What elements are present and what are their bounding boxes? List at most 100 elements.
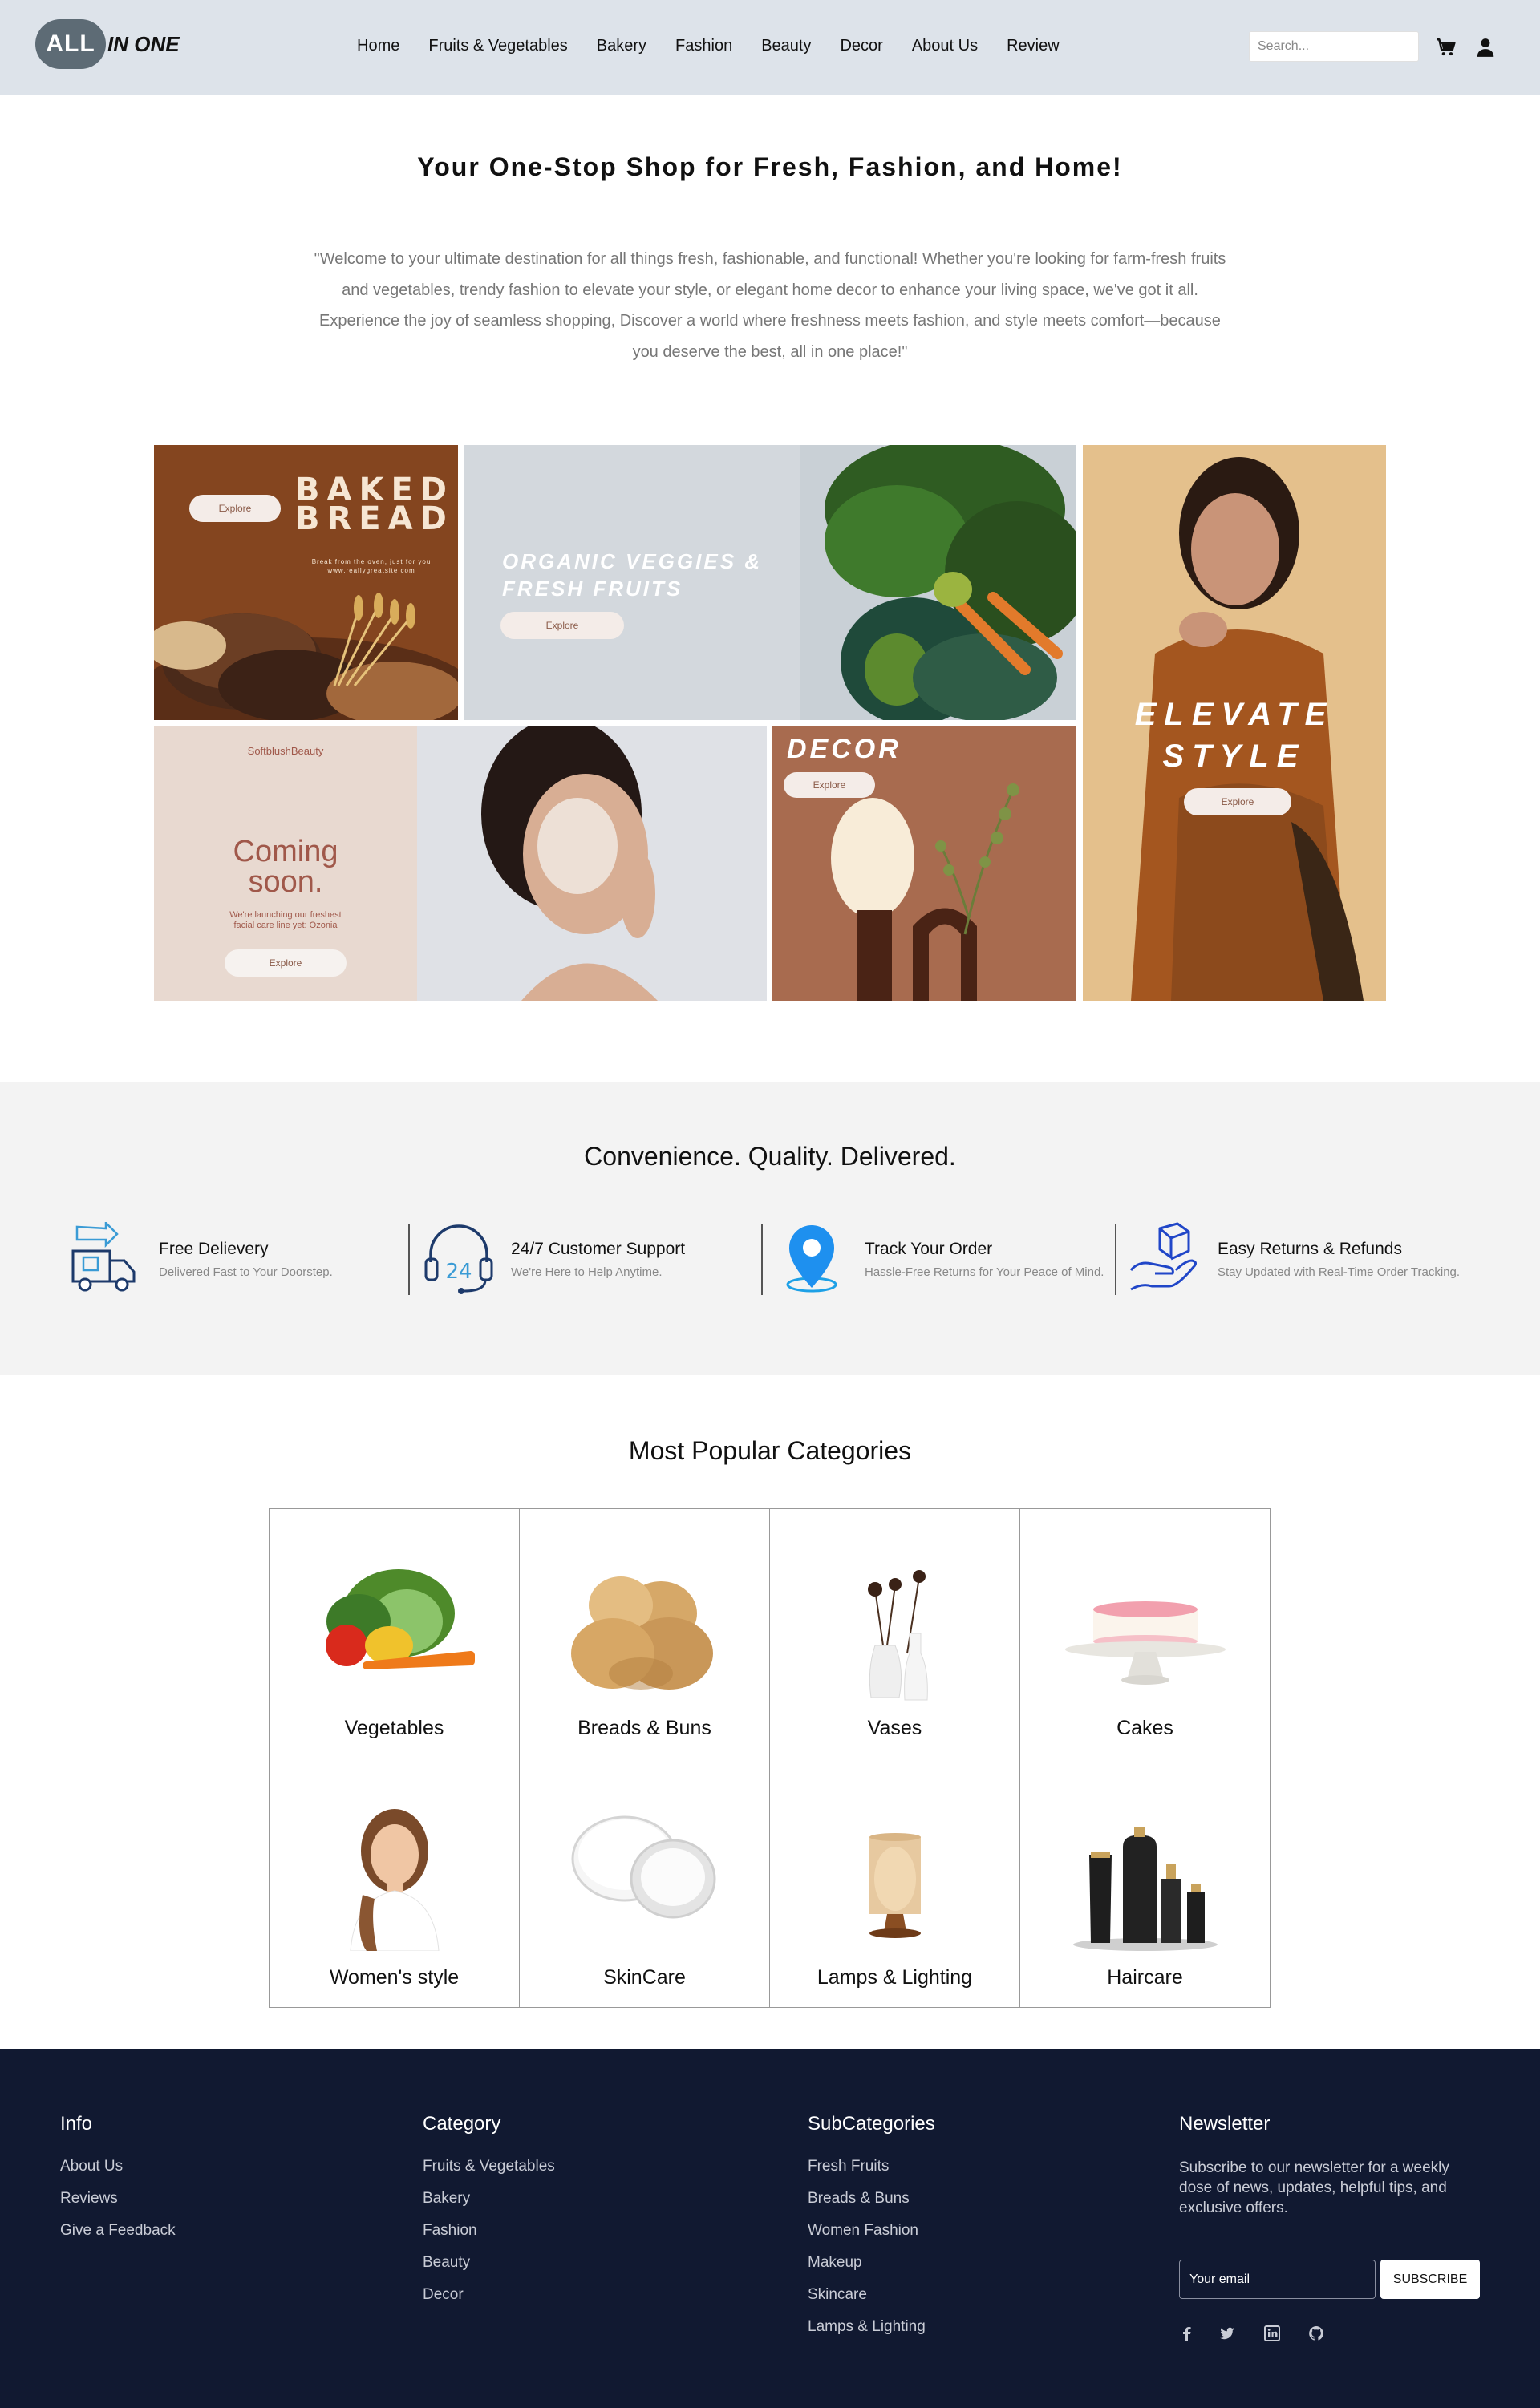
footer-link-decor[interactable]: Decor: [423, 2286, 555, 2304]
subscribe-button[interactable]: SUBSCRIBE: [1380, 2260, 1480, 2299]
feature-title: Track Your Order: [865, 1240, 993, 1258]
category-label: SkinCare: [603, 1966, 686, 1989]
footer-link-bakery[interactable]: Bakery: [423, 2190, 555, 2208]
feature-desc: Stay Updated with Real-Time Order Tracki…: [1218, 1265, 1461, 1279]
footer-link-feedback[interactable]: Give a Feedback: [60, 2222, 176, 2240]
footer-link-reviews[interactable]: Reviews: [60, 2190, 176, 2208]
delivery-truck-icon: [71, 1222, 136, 1292]
banner-baked-bread[interactable]: BAKED BREAD Break from the oven, just fo…: [154, 445, 458, 720]
footer-category: Category Fruits & Vegetables Bakery Fash…: [423, 2113, 555, 2318]
beauty-explore-button[interactable]: Explore: [225, 949, 346, 977]
feature-track-order: Track Your Order Hassle-Free Returns for…: [776, 1222, 1113, 1294]
footer-info: Info About Us Reviews Give a Feedback: [60, 2113, 176, 2254]
categories-grid: Vegetables Breads & Buns Vases Cakes Wom…: [269, 1508, 1271, 2008]
footer-link-fruits-vegetables[interactable]: Fruits & Vegetables: [423, 2158, 555, 2175]
category-breads-buns[interactable]: Breads & Buns: [520, 1509, 770, 1758]
feature-title: Easy Returns & Refunds: [1218, 1240, 1402, 1258]
category-label: Women's style: [329, 1966, 460, 1989]
footer-link-lamps-lighting[interactable]: Lamps & Lighting: [808, 2318, 935, 2336]
beauty-subtitle-line2: facial care line yet: Ozonia: [233, 921, 338, 930]
banner-elevate-style[interactable]: ELEVATE STYLE Explore: [1083, 445, 1386, 1001]
logo[interactable]: ALL IN ONE: [35, 19, 180, 69]
newsletter-email-input[interactable]: [1179, 2260, 1376, 2299]
footer-subcategories: SubCategories Fresh Fruits Breads & Buns…: [808, 2113, 935, 2350]
user-icon[interactable]: [1475, 37, 1496, 58]
footer-category-title: Category: [423, 2113, 501, 2135]
style-explore-button[interactable]: Explore: [1184, 788, 1291, 815]
linkedin-icon[interactable]: [1264, 2325, 1280, 2341]
woman-image: [349, 1809, 440, 1951]
bread-tagline: Break from the oven, just for you: [311, 558, 432, 565]
footer-link-about-us[interactable]: About Us: [60, 2158, 176, 2175]
category-label: Vegetables: [344, 1717, 444, 1739]
location-pin-icon: [786, 1225, 837, 1293]
nav-review[interactable]: Review: [1007, 37, 1060, 55]
twitter-icon[interactable]: [1219, 2325, 1235, 2341]
footer-subcategories-title: SubCategories: [808, 2113, 935, 2135]
footer-newsletter: Newsletter Subscribe to our newsletter f…: [1179, 2113, 1484, 2353]
nav-about-us[interactable]: About Us: [912, 37, 978, 55]
banner-organic-veggies[interactable]: ORGANIC VEGGIES & FRESH FRUITS Explore: [464, 445, 1076, 720]
veggies-explore-button[interactable]: Explore: [500, 612, 624, 639]
nav-decor[interactable]: Decor: [840, 37, 882, 55]
vegetables-image: [325, 1569, 475, 1669]
footer-link-beauty[interactable]: Beauty: [423, 2254, 555, 2272]
footer-link-skincare[interactable]: Skincare: [808, 2286, 935, 2304]
category-label: Breads & Buns: [578, 1717, 711, 1739]
skincare-model-image: [481, 726, 658, 1001]
category-lamps-lighting[interactable]: Lamps & Lighting: [770, 1758, 1020, 2008]
feature-support: 24 24/7 Customer Support We're Here to H…: [423, 1222, 760, 1294]
beauty-title-line1: Coming: [233, 835, 338, 868]
github-icon[interactable]: [1308, 2325, 1324, 2341]
beauty-title-line2: soon.: [248, 865, 323, 899]
footer-link-breads-buns[interactable]: Breads & Buns: [808, 2190, 935, 2208]
nav-fruits-vegetables[interactable]: Fruits & Vegetables: [428, 37, 567, 55]
newsletter-title: Newsletter: [1179, 2113, 1270, 2135]
nav-fashion[interactable]: Fashion: [675, 37, 732, 55]
main-nav: Home Fruits & Vegetables Bakery Fashion …: [357, 37, 1088, 55]
category-vases[interactable]: Vases: [770, 1509, 1020, 1758]
site-footer: Info About Us Reviews Give a Feedback Ca…: [0, 2049, 1540, 2408]
lamp-image: [869, 1833, 921, 1938]
footer-info-title: Info: [60, 2113, 93, 2135]
site-header: ALL IN ONE Home Fruits & Vegetables Bake…: [0, 0, 1540, 95]
category-skincare[interactable]: SkinCare: [520, 1758, 770, 2008]
logo-badge: ALL: [35, 19, 106, 69]
svg-text:24: 24: [445, 1260, 472, 1284]
footer-link-fashion[interactable]: Fashion: [423, 2222, 555, 2240]
search-input[interactable]: [1249, 31, 1419, 62]
category-womens-style[interactable]: Women's style: [270, 1758, 520, 2008]
beauty-brand: SoftblushBeauty: [247, 745, 324, 757]
nav-bakery[interactable]: Bakery: [597, 37, 646, 55]
footer-link-women-fashion[interactable]: Women Fashion: [808, 2222, 935, 2240]
bread-explore-button[interactable]: Explore: [189, 495, 281, 522]
footer-link-makeup[interactable]: Makeup: [808, 2254, 935, 2272]
hero-description: "Welcome to your ultimate destination fo…: [314, 250, 1226, 361]
facebook-icon[interactable]: [1179, 2325, 1195, 2341]
logo-text: IN ONE: [107, 31, 180, 56]
category-label: Vases: [867, 1717, 922, 1739]
decor-explore-button[interactable]: Explore: [784, 772, 875, 798]
category-label: Haircare: [1107, 1966, 1183, 1989]
feature-title: Free Delievery: [159, 1240, 269, 1258]
returns-box-hand-icon: [1129, 1222, 1198, 1291]
veggies-title-line2: FRESH FRUITS: [502, 577, 683, 601]
nav-beauty[interactable]: Beauty: [761, 37, 811, 55]
category-cakes[interactable]: Cakes: [1020, 1509, 1270, 1758]
cart-icon[interactable]: [1436, 37, 1457, 58]
category-haircare[interactable]: Haircare: [1020, 1758, 1270, 2008]
banner-beauty[interactable]: SoftblushBeauty Coming soon. We're launc…: [154, 726, 767, 1001]
banner-decor[interactable]: DECOR Explore: [772, 726, 1076, 1001]
footer-link-fresh-fruits[interactable]: Fresh Fruits: [808, 2158, 935, 2175]
feature-divider: [761, 1224, 763, 1295]
decor-title: DECOR: [787, 734, 902, 764]
feature-free-delivery: Free Delievery Delivered Fast to Your Do…: [71, 1222, 407, 1294]
bread-site: www.reallygreatsite.com: [327, 567, 415, 574]
nav-home[interactable]: Home: [357, 37, 399, 55]
feature-divider: [408, 1224, 410, 1295]
haircare-bottles-image: [1072, 1827, 1218, 1951]
categories-title: Most Popular Categories: [628, 1436, 912, 1465]
category-label: Lamps & Lighting: [817, 1966, 973, 1989]
category-vegetables[interactable]: Vegetables: [270, 1509, 520, 1758]
style-title-line2: STYLE: [1162, 739, 1307, 774]
